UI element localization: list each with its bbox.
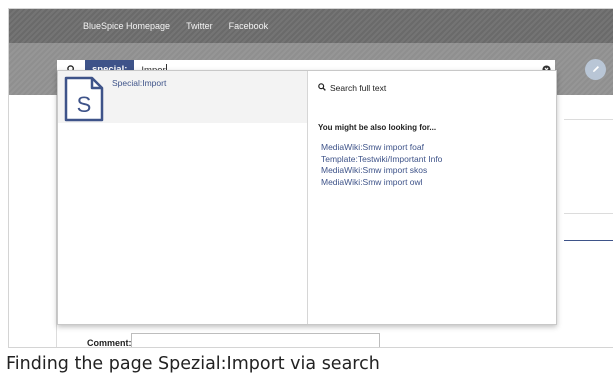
- nav-link-twitter[interactable]: Twitter: [186, 21, 213, 31]
- screenshot-frame: BlueSpice Homepage Twitter Facebook spec…: [8, 8, 613, 348]
- primary-results-column: S Special:Import: [58, 71, 308, 324]
- result-special-import[interactable]: S Special:Import: [58, 71, 307, 123]
- divider: [564, 213, 613, 214]
- top-nav-links: BlueSpice Homepage Twitter Facebook: [83, 21, 268, 31]
- suggestion-item[interactable]: MediaWiki:Smw import owl: [321, 177, 442, 189]
- image-caption: Finding the page Spezial:Import via sear…: [6, 354, 380, 374]
- nav-link-homepage[interactable]: BlueSpice Homepage: [83, 21, 170, 31]
- divider: [564, 240, 613, 241]
- suggestion-item[interactable]: MediaWiki:Smw import foaf: [321, 142, 442, 154]
- document-icon-letter: S: [77, 92, 92, 117]
- comment-field[interactable]: [131, 333, 380, 347]
- edit-button[interactable]: [585, 59, 606, 80]
- comment-label: Comment:: [87, 338, 132, 348]
- fulltext-label: Search full text: [330, 83, 387, 93]
- suggestion-item[interactable]: Template:Testwiki/Important Info: [321, 154, 442, 166]
- search-icon: [318, 83, 326, 93]
- result-title[interactable]: Special:Import: [112, 78, 166, 88]
- nav-link-facebook[interactable]: Facebook: [229, 21, 269, 31]
- top-nav-bar: BlueSpice Homepage Twitter Facebook: [9, 9, 613, 43]
- suggestion-item[interactable]: MediaWiki:Smw import skos: [321, 165, 442, 177]
- pencil-icon: [591, 61, 601, 79]
- search-suggestions-dropdown: S Special:Import Search full text You mi…: [57, 70, 557, 325]
- document-icon: S: [64, 76, 104, 127]
- fulltext-search-link[interactable]: Search full text: [318, 83, 386, 93]
- divider: [564, 119, 613, 120]
- also-looking-heading: You might be also looking for...: [318, 123, 437, 132]
- suggestion-list: MediaWiki:Smw import foaf Template:Testw…: [321, 142, 442, 188]
- secondary-results-column: Search full text You might be also looki…: [308, 71, 556, 324]
